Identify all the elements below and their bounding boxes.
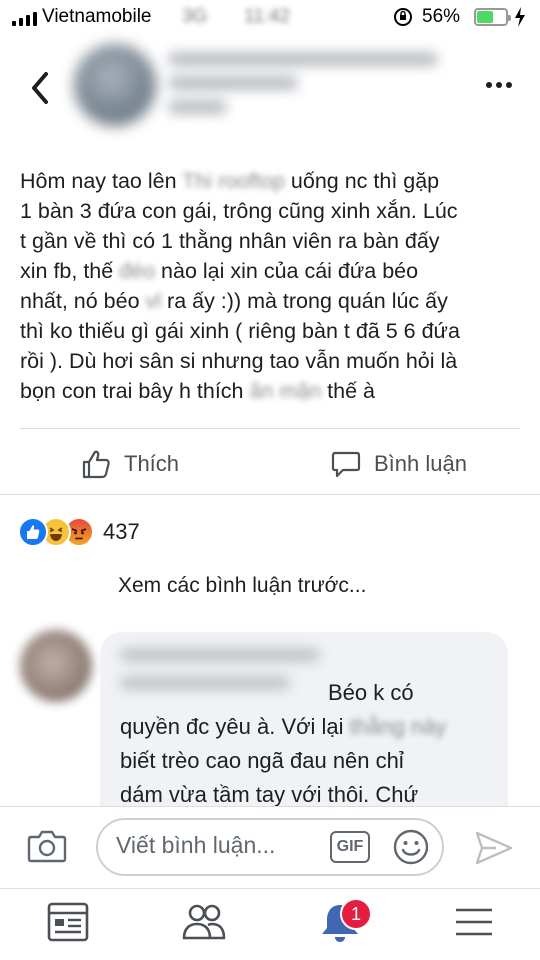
like-reaction-icon <box>18 517 48 547</box>
reactions-summary[interactable]: 437 <box>18 514 140 550</box>
send-icon[interactable] <box>474 830 514 866</box>
comment-input-placeholder: Viết bình luận... <box>116 832 276 858</box>
reaction-count: 437 <box>103 519 140 544</box>
divider <box>20 428 520 429</box>
news-feed-icon[interactable] <box>44 900 92 944</box>
poster-avatar[interactable] <box>74 44 156 126</box>
post-text: Hôm nay tao lên Thi rooftop uống nc thì … <box>20 166 525 406</box>
divider <box>0 494 540 495</box>
sticker-icon[interactable] <box>392 828 430 866</box>
post-line: nhất, nó béo vl ra ấy :)) mà trong quán … <box>20 289 448 313</box>
thumbs-up-icon <box>82 450 110 479</box>
post-line: Hôm nay tao lên Thi rooftop uống nc thì … <box>20 169 440 193</box>
post-line: xin fb, thế đéo nào lại xin của cái đứa … <box>20 259 419 283</box>
comment-icon <box>331 451 361 478</box>
comment-label: Bình luận <box>374 451 467 476</box>
comment-line: biết trèo cao ngã đau nên chỉ <box>120 748 404 773</box>
commenter-avatar[interactable] <box>20 630 92 702</box>
menu-icon[interactable] <box>450 900 498 944</box>
battery-percent: 56% <box>422 6 461 27</box>
like-button[interactable]: Thích <box>80 444 179 484</box>
view-previous-comments-link[interactable]: Xem các bình luận trước... <box>118 574 366 598</box>
battery-icon <box>474 8 511 26</box>
like-label: Thích <box>124 451 180 476</box>
notification-badge: 1 <box>340 898 372 930</box>
post-line: bọn con trai bây h thích ăn mặn thế à <box>20 379 375 403</box>
rotation-lock-icon <box>394 8 412 26</box>
chevron-left-icon[interactable] <box>26 70 54 106</box>
camera-icon[interactable] <box>26 826 68 866</box>
post-line: t gần về thì có 1 thằng nhân viên ra bàn… <box>20 229 440 253</box>
signal-icon <box>12 10 37 26</box>
comment-text: Béo k có quyền đc yêu à. Với lại thằng n… <box>120 676 500 812</box>
battery-level-fill <box>477 11 493 23</box>
more-horizontal-icon[interactable] <box>486 82 516 92</box>
charging-icon <box>515 7 525 27</box>
gif-button[interactable]: GIF <box>330 831 370 863</box>
friends-icon[interactable] <box>180 900 228 944</box>
clock: 11:42 <box>244 6 291 27</box>
poster-name-blurred <box>168 52 438 114</box>
network-type: 3G <box>182 6 208 27</box>
status-bar: Vietnamobile 3G 11:42 56% <box>0 0 540 36</box>
post-line: thì ko thiếu gì gái xinh ( riêng bàn t đ… <box>20 319 460 343</box>
comment-line: Béo k có <box>328 680 414 705</box>
comment-button[interactable]: Bình luận <box>330 444 467 484</box>
post-line: 1 bàn 3 đứa con gái, trông cũng xinh xắn… <box>20 199 458 223</box>
carrier-name: Vietnamobile <box>42 6 152 27</box>
comment-line: quyền đc yêu à. Với lại thằng này <box>120 714 447 739</box>
post-line: rồi ). Dù hơi sân si nhưng tao vẫn muốn … <box>20 349 458 373</box>
